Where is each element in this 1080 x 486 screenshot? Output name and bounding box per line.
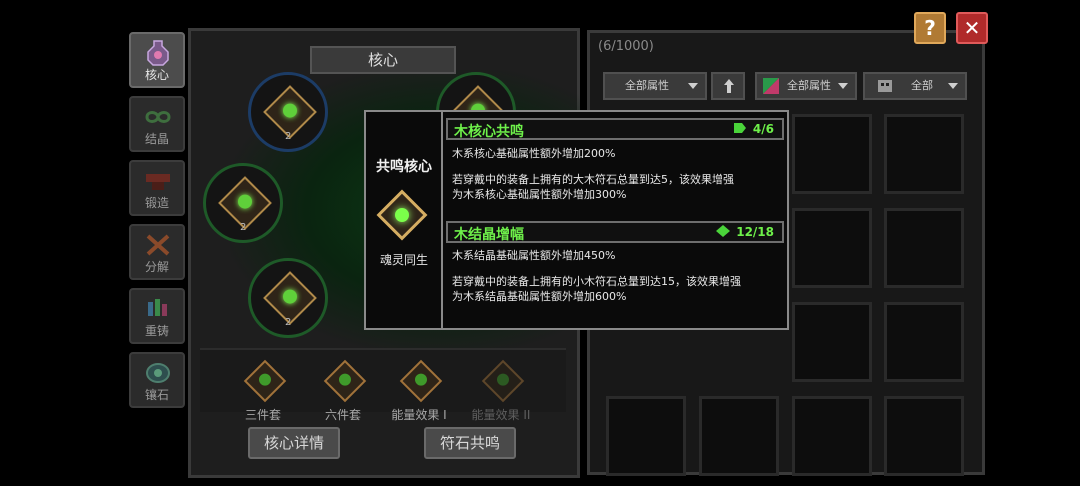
- tooltip-text: 为木系结晶基础属性额外增加600%: [452, 290, 627, 303]
- core-socket[interactable]: 2: [248, 72, 328, 152]
- attribute-filter-dropdown[interactable]: 全部属性: [603, 72, 707, 100]
- section-count: 4/6: [733, 122, 774, 136]
- section-count-value: 12/18: [736, 225, 774, 239]
- tooltip-core-name: 魂灵同生: [379, 253, 428, 267]
- chevron-down-icon: [948, 83, 958, 89]
- tooltip-section-header: 木结晶增幅 12/18: [446, 221, 784, 243]
- socket-stone-icon: [146, 363, 170, 383]
- decompose-icon: [146, 234, 170, 256]
- sidebar-item-label: 镶石: [144, 388, 169, 402]
- tooltip-section-header: 木核心共鸣 4/6: [446, 118, 784, 140]
- sidebar-item-crystal[interactable]: 结晶: [129, 96, 185, 152]
- rune-resonance-button[interactable]: 符石共鸣: [424, 427, 516, 459]
- inventory-slot[interactable]: [792, 396, 872, 476]
- sidebar-item-label: 分解: [144, 260, 169, 274]
- monster-icon: [878, 80, 892, 92]
- energy-effect-2-icon[interactable]: [466, 359, 536, 406]
- up-arrow-icon: [724, 79, 734, 93]
- inventory-slot[interactable]: [792, 208, 872, 288]
- small-crystal-icon: [716, 225, 731, 237]
- tooltip-text: 若穿戴中的装备上拥有的大木符石总量到达5，该效果增强: [452, 173, 734, 186]
- core-panel-title: 核心: [310, 46, 456, 74]
- sidebar-item-label: 核心: [144, 68, 169, 82]
- tooltip-left-title: 共鸣核心: [376, 159, 432, 175]
- element-filter-dropdown[interactable]: 全部属性: [755, 72, 857, 100]
- section-count-value: 4/6: [752, 122, 774, 136]
- chevron-down-icon: [838, 83, 848, 89]
- set-bonus-6-icon[interactable]: [308, 359, 378, 406]
- socket-level: 2: [285, 131, 292, 142]
- sort-button[interactable]: [711, 72, 745, 100]
- element-color-icon: [763, 78, 779, 94]
- tooltip-text: 若穿戴中的装备上拥有的小木符石总量到达15，该效果增强: [452, 275, 741, 288]
- sidebar-item-label: 重铸: [144, 324, 169, 338]
- set-label: 三件套: [244, 408, 281, 422]
- socket-level: 2: [240, 222, 247, 233]
- sidebar-item-label: 结晶: [144, 132, 169, 146]
- tooltip-text: 为木系核心基础属性额外增加300%: [452, 188, 627, 201]
- section-title: 木核心共鸣: [454, 124, 524, 140]
- set-label: 能量效果 II: [471, 408, 531, 422]
- socket-level: 2: [285, 317, 292, 328]
- tooltip-text: 木系结晶基础属性额外增加450%: [452, 249, 616, 262]
- inventory-slot[interactable]: [792, 114, 872, 194]
- set-label: 能量效果 I: [391, 408, 447, 422]
- close-button[interactable]: ✕: [956, 12, 988, 44]
- sidebar-item-decompose[interactable]: 分解: [129, 224, 185, 280]
- inventory-slot[interactable]: [792, 302, 872, 382]
- set-bonus-3-icon[interactable]: [228, 359, 298, 406]
- recast-crystals-icon: [148, 299, 167, 316]
- anvil-icon: [146, 174, 170, 190]
- sidebar-item-core[interactable]: 核心: [129, 32, 185, 88]
- inventory-count: (6/1000): [598, 39, 654, 54]
- core-detail-button[interactable]: 核心详情: [248, 427, 340, 459]
- sidebar-item-recast[interactable]: 重铸: [129, 288, 185, 344]
- inventory-slot[interactable]: [606, 396, 686, 476]
- tooltip-text: 木系核心基础属性额外增加200%: [452, 147, 616, 160]
- chevron-down-icon: [688, 83, 698, 89]
- inventory-slot[interactable]: [884, 396, 964, 476]
- section-title: 木结晶增幅: [454, 227, 524, 243]
- section-count: 12/18: [716, 225, 774, 239]
- inventory-slot[interactable]: [884, 302, 964, 382]
- core-socket[interactable]: 2: [203, 163, 283, 243]
- help-button[interactable]: ?: [914, 12, 946, 44]
- vase-icon: [147, 40, 169, 66]
- green-crystal-icon: [733, 123, 746, 133]
- inventory-slot[interactable]: [699, 396, 779, 476]
- filter-value: 全部: [911, 79, 933, 92]
- infinity-crystal-icon: [145, 111, 171, 123]
- tooltip-divider: [441, 112, 443, 328]
- inventory-slot[interactable]: [884, 208, 964, 288]
- core-socket[interactable]: 2: [248, 258, 328, 338]
- energy-effect-1-icon[interactable]: [384, 359, 454, 406]
- sidebar-item-forge[interactable]: 锻造: [129, 160, 185, 216]
- filter-value: 全部属性: [625, 79, 669, 92]
- filter-value: 全部属性: [787, 79, 831, 92]
- sidebar-item-socket[interactable]: 镶石: [129, 352, 185, 408]
- inventory-slot[interactable]: [884, 114, 964, 194]
- type-filter-dropdown[interactable]: 全部: [863, 72, 967, 100]
- sidebar-item-label: 锻造: [144, 196, 169, 210]
